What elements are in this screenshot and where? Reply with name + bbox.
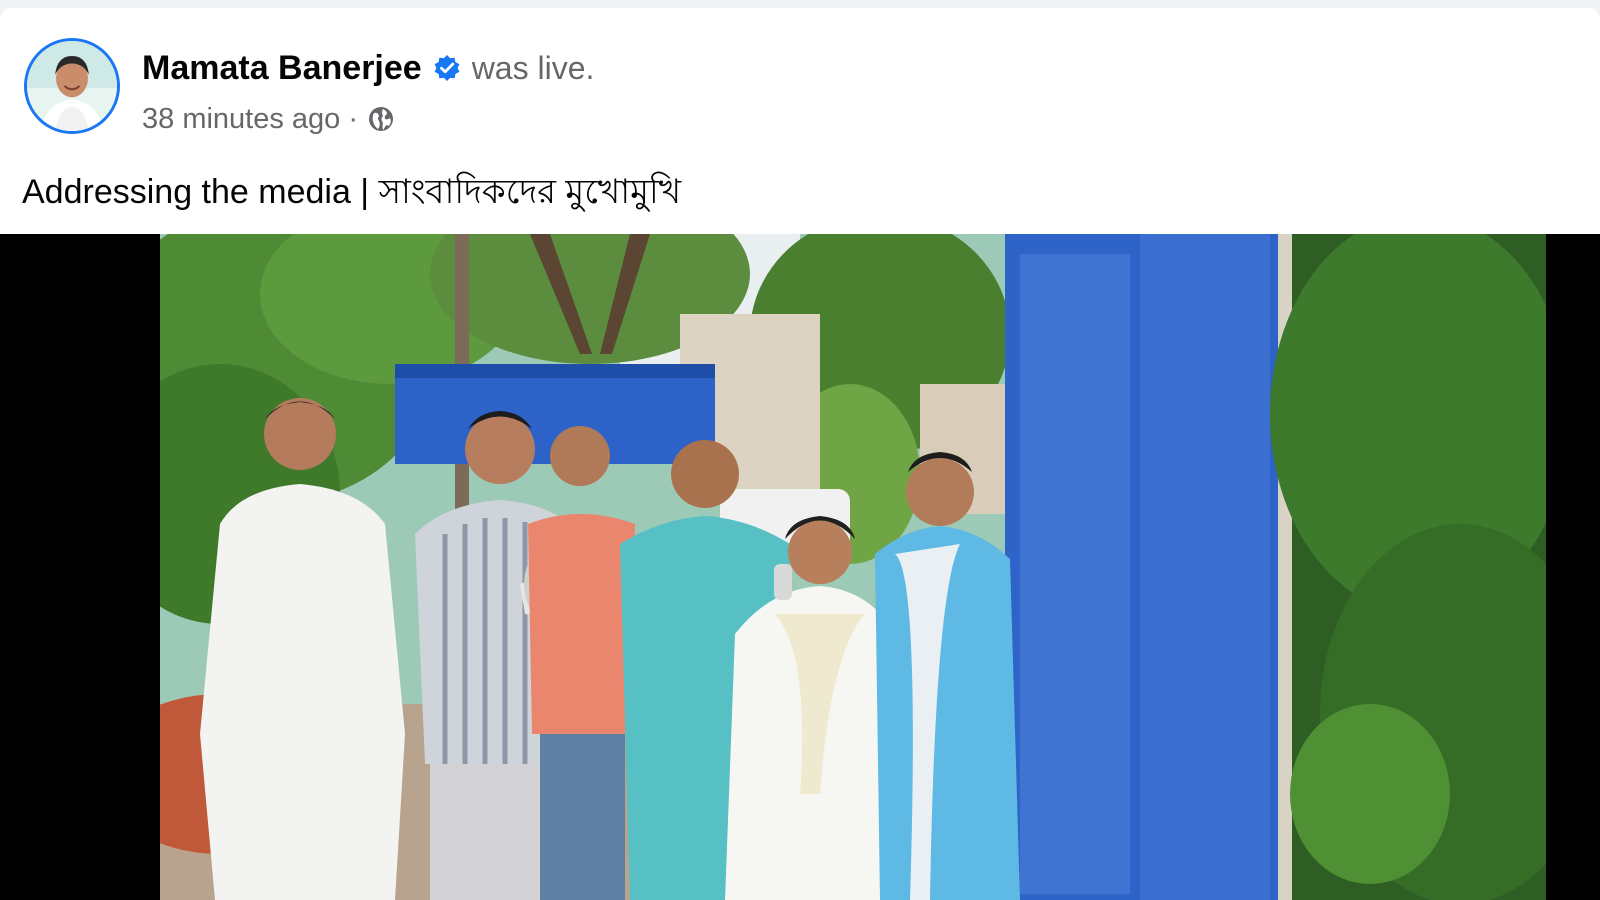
post-header: Mamata Banerjee was live. bbox=[142, 48, 594, 88]
avatar-image bbox=[27, 41, 117, 131]
author-name[interactable]: Mamata Banerjee bbox=[142, 49, 422, 88]
post-timestamp[interactable]: 38 minutes ago bbox=[142, 103, 340, 136]
meta-separator: · bbox=[348, 102, 358, 135]
author-avatar[interactable] bbox=[24, 38, 120, 134]
live-status-text: was live. bbox=[471, 49, 595, 86]
verified-badge-icon bbox=[432, 53, 462, 83]
post-card: Mamata Banerjee was live. 38 minutes ago… bbox=[0, 8, 1600, 900]
post-caption: Addressing the media | সাংবাদিকদের মুখোম… bbox=[22, 173, 682, 211]
live-video-player[interactable] bbox=[0, 234, 1600, 900]
video-frame bbox=[160, 234, 1546, 900]
post-meta: 38 minutes ago · bbox=[142, 100, 396, 138]
globe-icon[interactable] bbox=[366, 104, 396, 134]
